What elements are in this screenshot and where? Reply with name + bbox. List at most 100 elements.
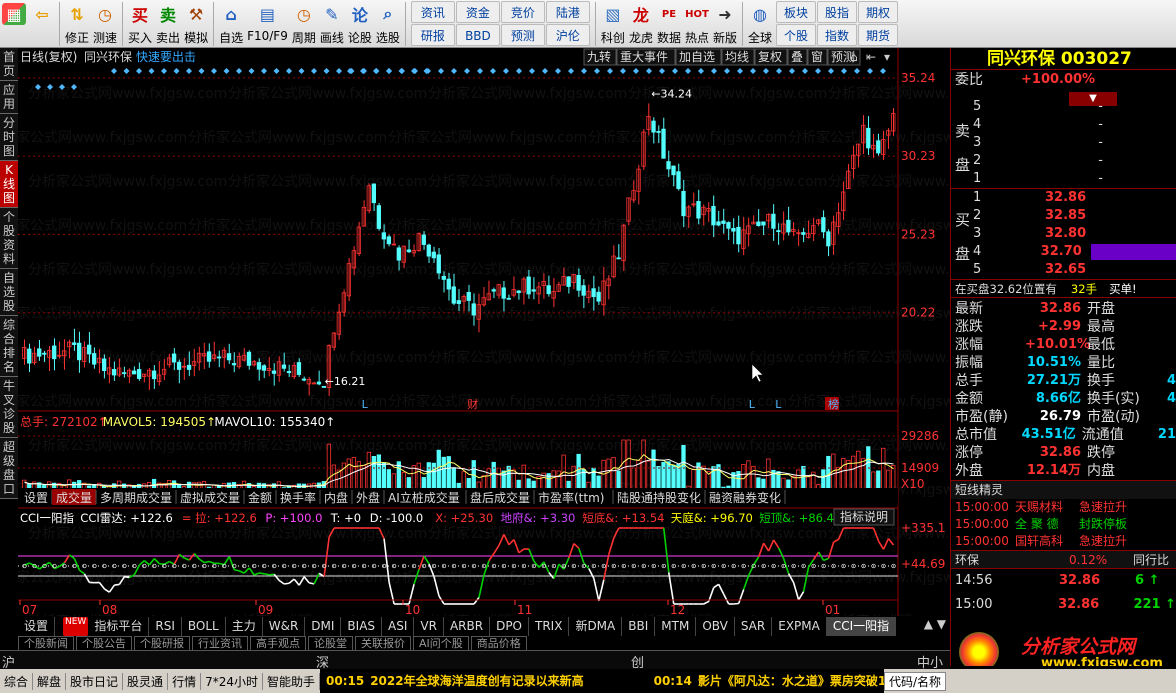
- toolbar-text-button[interactable]: 资讯: [410, 1, 455, 23]
- candle-body[interactable]: [131, 370, 137, 375]
- bottom-indicator-tab[interactable]: RSI: [149, 617, 182, 636]
- sector-compare-button[interactable]: 同行比: [1133, 551, 1169, 568]
- bottom-indicator-tab[interactable]: TRIX: [529, 617, 570, 636]
- toolbar-data-button[interactable]: PE 数据: [655, 0, 683, 47]
- left-tab[interactable]: 超级盘口: [0, 438, 18, 499]
- bottom-indicator-tab[interactable]: MTM: [655, 617, 697, 636]
- candle-body[interactable]: [526, 276, 531, 295]
- candle-body[interactable]: [72, 342, 77, 345]
- candle-body[interactable]: [676, 171, 681, 189]
- left-tab[interactable]: 应用: [0, 81, 18, 114]
- candle-body[interactable]: [821, 217, 826, 233]
- candle-body[interactable]: [446, 278, 451, 290]
- candle-body[interactable]: [431, 251, 436, 259]
- toolbar-text-button[interactable]: BBD: [455, 24, 500, 46]
- indicator-tab[interactable]: 融资融券变化: [709, 490, 781, 505]
- toolbar-text-button[interactable]: 陆港: [545, 1, 590, 23]
- bottom-indicator-tab[interactable]: OBV: [696, 617, 735, 636]
- candle-body[interactable]: [371, 183, 376, 204]
- buy-level-row[interactable]: 3 32.80: [951, 225, 1176, 243]
- toolbar-text-button[interactable]: 资金: [455, 1, 500, 23]
- candle-body[interactable]: [216, 356, 222, 359]
- candle-body[interactable]: [696, 201, 701, 219]
- candle-body[interactable]: [866, 127, 871, 149]
- candle-body[interactable]: [736, 226, 741, 245]
- buy-level-row[interactable]: 5 32.65: [951, 261, 1176, 279]
- candle-body[interactable]: [271, 370, 277, 374]
- candle-body[interactable]: [761, 221, 766, 226]
- candle-body[interactable]: [396, 247, 401, 261]
- chart-area[interactable]: 分析家公式网www.fxjgsw.com 分析家公式网www.fxjgsw.com…: [0, 48, 1027, 630]
- indicator-tab[interactable]: 虚拟成交量: [180, 490, 240, 505]
- bottom-indicator-tab[interactable]: 主力: [226, 617, 263, 636]
- candle-body[interactable]: [316, 381, 322, 385]
- news-tab[interactable]: 个股公告: [76, 636, 132, 650]
- candle-body[interactable]: [301, 378, 307, 381]
- bottom-indicator-tab[interactable]: VR: [414, 617, 444, 636]
- candle-body[interactable]: [876, 140, 881, 154]
- toolbar-kechuang-button[interactable]: ▧ 科创: [599, 0, 627, 47]
- news-tab[interactable]: 商品价格: [470, 636, 527, 650]
- candle-body[interactable]: [102, 358, 107, 371]
- candle-body[interactable]: [516, 290, 521, 294]
- candle-body[interactable]: [466, 292, 471, 301]
- candle-body[interactable]: [261, 365, 267, 371]
- candle-body[interactable]: [226, 353, 232, 361]
- news-tab[interactable]: AI问个股: [413, 636, 469, 650]
- indicator-tab[interactable]: 外盘: [356, 490, 380, 505]
- buy-level-row[interactable]: 2 32.85: [951, 207, 1176, 225]
- candle-body[interactable]: [776, 230, 781, 233]
- sell-level-row[interactable]: 1-: [951, 170, 1176, 188]
- short-term-row[interactable]: 15:00:00 国轩高科 急速拉升: [951, 533, 1176, 550]
- indicator-tab[interactable]: 换手率: [280, 490, 316, 505]
- news-ticker[interactable]: 00:15 2022年全球海洋温度创有记录以来新高 00:14 影片《阿凡达：水之道》…: [320, 669, 884, 693]
- status-item[interactable]: 股市日记: [66, 672, 124, 690]
- lock-icon[interactable]: ⌂: [850, 50, 858, 64]
- candle-body[interactable]: [726, 222, 731, 229]
- indicator-tab[interactable]: 盘后成交量: [470, 490, 530, 505]
- short-term-title[interactable]: 短线精灵: [951, 481, 1176, 499]
- candle-body[interactable]: [651, 120, 656, 133]
- news-tab[interactable]: 个股新闻: [18, 636, 74, 650]
- status-item[interactable]: 行情: [168, 672, 202, 690]
- candle-body[interactable]: [176, 361, 182, 370]
- candle-body[interactable]: [87, 344, 92, 355]
- candle-body[interactable]: [406, 249, 411, 253]
- bottom-indicator-tab[interactable]: EXPMA: [772, 617, 827, 636]
- candle-body[interactable]: [546, 285, 551, 295]
- event-marker[interactable]: L: [775, 398, 782, 411]
- candle-body[interactable]: [296, 362, 302, 375]
- bottom-indicator-tab[interactable]: DPO: [490, 617, 529, 636]
- candle-body[interactable]: [151, 370, 157, 380]
- candle-body[interactable]: [92, 353, 97, 365]
- candle-body[interactable]: [671, 165, 676, 176]
- candle-body[interactable]: [756, 221, 761, 226]
- bottom-indicator-tab[interactable]: W&R: [263, 617, 306, 636]
- candle-body[interactable]: [451, 286, 456, 304]
- candle-body[interactable]: [37, 348, 42, 357]
- news-tab[interactable]: 个股研报: [134, 636, 190, 650]
- candle-body[interactable]: [421, 234, 426, 245]
- candle-body[interactable]: [501, 287, 506, 299]
- tabs-scroll-controls[interactable]: ▲ ▼: [920, 617, 950, 636]
- status-item[interactable]: 股灵通: [123, 672, 169, 690]
- left-tab[interactable]: 综合排名: [0, 316, 18, 377]
- indicator-tab[interactable]: 多周期成交量: [100, 490, 172, 505]
- bottom-indicator-tab[interactable]: ARBR: [444, 617, 491, 636]
- sell-level-row[interactable]: 3-: [951, 134, 1176, 152]
- candle-body[interactable]: [256, 362, 262, 370]
- candle-body[interactable]: [231, 363, 237, 366]
- pin-icon[interactable]: ⇤: [866, 50, 876, 64]
- candle-body[interactable]: [186, 364, 192, 370]
- left-tab[interactable]: 自选股: [0, 269, 18, 316]
- toolbar-text-button[interactable]: 研报: [410, 24, 455, 46]
- candle-body[interactable]: [381, 232, 386, 240]
- candle-body[interactable]: [121, 372, 127, 375]
- buy-level-row[interactable]: 1 32.86: [951, 189, 1176, 207]
- status-item[interactable]: 智能助手: [263, 672, 320, 690]
- candle-body[interactable]: [656, 131, 661, 133]
- sell-level-row[interactable]: 2-: [951, 152, 1176, 170]
- short-term-row[interactable]: 15:00:00 全 聚 德 封跌停板: [951, 516, 1176, 533]
- toolbar-test-button[interactable]: ◷ 测速: [91, 0, 119, 47]
- candle-body[interactable]: [386, 236, 391, 245]
